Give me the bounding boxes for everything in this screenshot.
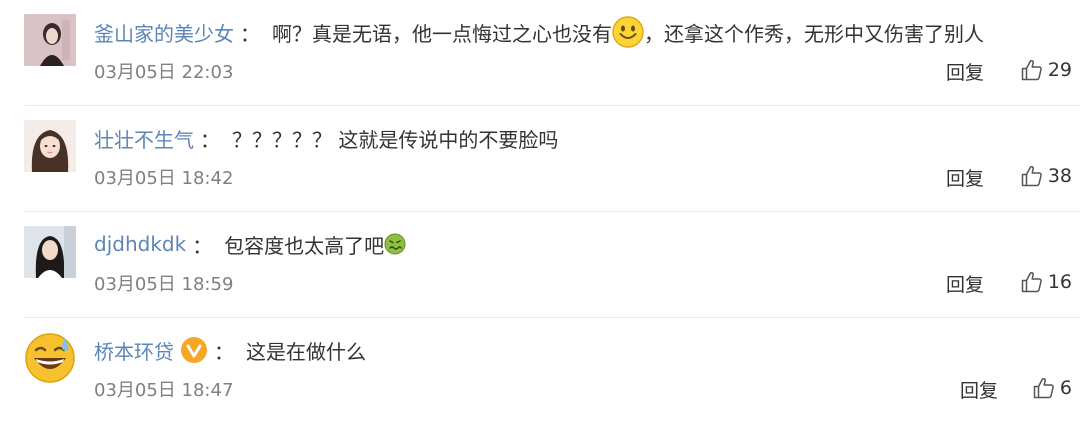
comment-text: 啊？真是无语，他一点悔过之心也没有 — [272, 21, 612, 46]
thumbs-up-icon — [1020, 164, 1048, 188]
thumbs-up-icon — [1020, 270, 1048, 294]
comment-timestamp: 03月05日 18:47 — [94, 380, 234, 401]
thumbs-up-icon — [1032, 376, 1060, 400]
comment-text: 包容度也太高了吧 — [224, 233, 385, 258]
comment-timestamp: 03月05日 18:42 — [94, 168, 234, 189]
comment-content: 壮壮不生气 ： ？？？？？ 这就是传说中的不要脸吗 — [94, 122, 558, 154]
colon-separator: ： — [200, 127, 220, 152]
nauseated-emoji-icon — [384, 233, 406, 255]
comment-timestamp: 03月05日 22:03 — [94, 62, 234, 83]
thumbs-up-icon — [1020, 58, 1048, 82]
username-link[interactable]: djdhdkdk — [94, 232, 186, 256]
colon-separator: ： — [240, 21, 260, 46]
comment-text-continued: ，还拿这个作秀，无形中又伤害了别人 — [644, 21, 984, 46]
like-count: 16 — [1047, 271, 1072, 293]
username-link[interactable]: 壮壮不生气 — [94, 124, 194, 153]
comment-item: 桥本环贷 ： 这是在做什么 03月05日 18:47 回复 6 — [24, 318, 1080, 423]
colon-separator: ： — [192, 233, 213, 258]
like-count: 38 — [1047, 165, 1072, 187]
comment-item: 釜山家的美少女 ： 啊？真是无语，他一点悔过之心也没有 ，还拿这个作秀，无形中又… — [24, 0, 1080, 106]
comment-timestamp: 03月05日 18:59 — [94, 274, 234, 295]
reply-button[interactable]: 回复 — [946, 270, 984, 297]
comment-text: ？？？？？ 这就是传说中的不要脸吗 — [232, 127, 559, 152]
avatar[interactable] — [24, 332, 76, 384]
avatar[interactable] — [24, 14, 76, 66]
like-button[interactable]: 29 — [1020, 58, 1072, 82]
like-count: 29 — [1047, 59, 1072, 81]
like-button[interactable]: 16 — [1020, 270, 1072, 294]
reply-button[interactable]: 回复 — [946, 164, 984, 191]
comment-content: djdhdkdk ： 包容度也太高了吧 — [94, 228, 406, 260]
like-button[interactable]: 38 — [1020, 164, 1072, 188]
comment-text: 这是在做什么 — [246, 339, 366, 364]
comment-content: 桥本环贷 ： 这是在做什么 — [94, 334, 366, 366]
comment-item: 壮壮不生气 ： ？？？？？ 这就是传说中的不要脸吗 03月05日 18:42 回… — [24, 106, 1080, 212]
avatar[interactable] — [24, 120, 76, 172]
colon-separator: ： — [214, 339, 234, 364]
comment-item: djdhdkdk ： 包容度也太高了吧 03月05日 18:59 回复 16 — [24, 212, 1080, 318]
username-link[interactable]: 釜山家的美少女 — [94, 18, 234, 47]
reply-button[interactable]: 回复 — [960, 376, 998, 403]
reply-button[interactable]: 回复 — [946, 58, 984, 85]
verified-v-icon — [180, 336, 208, 364]
comment-list: 釜山家的美少女 ： 啊？真是无语，他一点悔过之心也没有 ，还拿这个作秀，无形中又… — [0, 0, 1080, 423]
like-count: 6 — [1059, 377, 1072, 399]
comment-content: 釜山家的美少女 ： 啊？真是无语，他一点悔过之心也没有 ，还拿这个作秀，无形中又… — [94, 16, 984, 48]
like-button[interactable]: 6 — [1032, 376, 1072, 400]
avatar[interactable] — [24, 226, 76, 278]
smile-emoji-icon — [612, 16, 644, 48]
username-link[interactable]: 桥本环贷 — [94, 336, 174, 365]
